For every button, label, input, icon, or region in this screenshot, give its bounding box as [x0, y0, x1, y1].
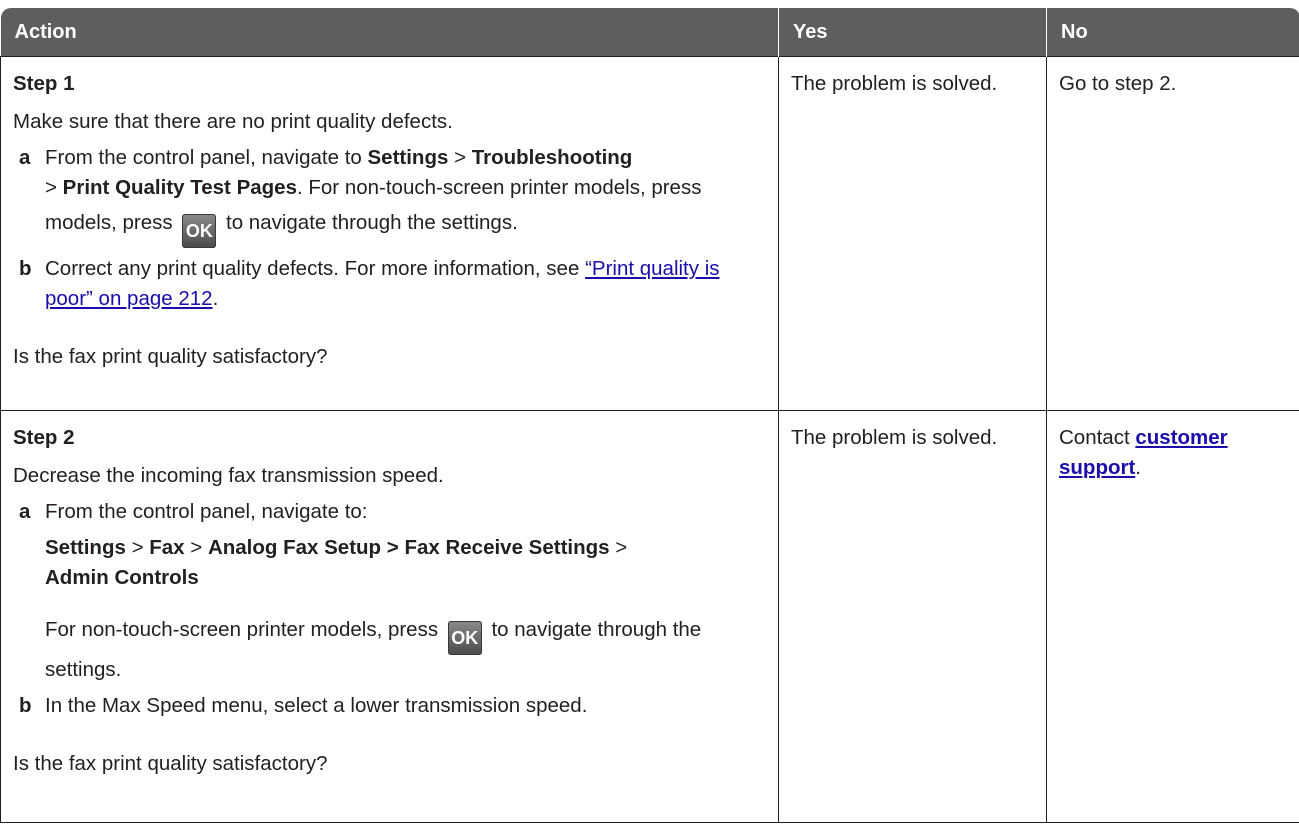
step2-menu-path: Settings > Fax > Analog Fax Setup > Fax …	[13, 533, 768, 593]
separator: >	[125, 536, 150, 559]
header-yes: Yes	[778, 8, 1047, 57]
step2-title: Step 2	[13, 426, 75, 449]
step1-question: Is the fax print quality satisfactory?	[13, 345, 328, 368]
substep-letter-a: a	[19, 500, 31, 523]
menu-settings: Settings	[45, 536, 126, 559]
step2-substep-a-text: From the control panel, navigate to:	[45, 500, 368, 523]
separator: >	[448, 146, 472, 169]
menu-settings: Settings	[367, 146, 449, 169]
menu-admin-controls: Admin Controls	[45, 566, 199, 589]
substep-letter-b: b	[19, 694, 32, 717]
separator: >	[45, 176, 63, 199]
step1-substep-b-text: Correct any print quality defects. For m…	[45, 254, 768, 314]
text: .	[212, 287, 219, 310]
step2-no-cell: Contact customer support.	[1046, 410, 1299, 823]
step1-action-cell: Step 1 Make sure that there are no print…	[0, 56, 779, 411]
text: For non-touch-screen printer models, pre…	[45, 618, 444, 641]
substep-letter-b: b	[19, 257, 32, 280]
step1-yes-cell: The problem is solved.	[778, 56, 1047, 411]
menu-troubleshooting: Troubleshooting	[471, 146, 633, 169]
step1-intro: Make sure that there are no print qualit…	[13, 110, 453, 133]
step2-question: Is the fax print quality satisfactory?	[13, 752, 328, 775]
table-row-step2: Step 2 Decrease the incoming fax transmi…	[0, 410, 1299, 823]
menu-print-quality-test-pages: Print Quality Test Pages	[62, 176, 297, 199]
ok-button-icon: OK	[182, 214, 217, 248]
step2-yes-cell: The problem is solved.	[778, 410, 1047, 823]
step1-substep-a-text: From the control panel, navigate to Sett…	[45, 143, 768, 248]
step1-substep-a: a From the control panel, navigate to Se…	[13, 143, 768, 248]
text: Contact	[1059, 426, 1136, 449]
step2-intro: Decrease the incoming fax transmission s…	[13, 464, 444, 487]
table-header-row: Action Yes No	[0, 8, 1299, 57]
troubleshooting-table: Action Yes No Step 1 Make sure that ther…	[0, 8, 1299, 823]
step2-substep-b-text: In the Max Speed menu, select a lower tr…	[45, 694, 588, 717]
step2-ok-instruction: For non-touch-screen printer models, pre…	[13, 615, 768, 685]
header-no: No	[1046, 8, 1299, 57]
menu-analog-fax-setup: Analog Fax Setup > Fax Receive Settings	[207, 536, 610, 559]
text: .	[1135, 456, 1141, 479]
step2-action-cell: Step 2 Decrease the incoming fax transmi…	[0, 410, 779, 823]
menu-fax: Fax	[149, 536, 185, 559]
step2-substep-b: b In the Max Speed menu, select a lower …	[13, 691, 768, 721]
table-row-step1: Step 1 Make sure that there are no print…	[0, 56, 1299, 411]
text: Correct any print quality defects. For m…	[45, 257, 586, 280]
text: to navigate through the settings.	[220, 211, 518, 234]
separator: >	[609, 536, 628, 559]
text: . For non-touch-screen printer models, p…	[296, 176, 702, 199]
step1-no-cell: Go to step 2.	[1046, 56, 1299, 411]
separator: >	[184, 536, 208, 559]
substep-letter-a: a	[19, 146, 31, 169]
step1-substep-b: b Correct any print quality defects. For…	[13, 254, 768, 314]
step2-substep-a: a From the control panel, navigate to:	[13, 497, 768, 527]
header-action: Action	[0, 8, 779, 57]
ok-button-icon: OK	[447, 621, 482, 655]
step1-title: Step 1	[13, 72, 75, 95]
text: From the control panel, navigate to	[45, 146, 368, 169]
